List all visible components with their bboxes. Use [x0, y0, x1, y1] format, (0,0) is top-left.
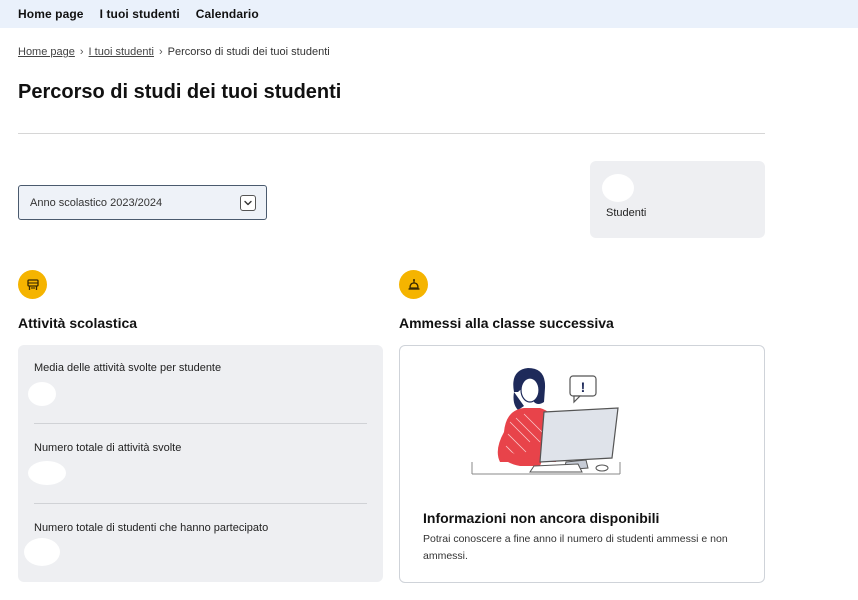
breadcrumb-separator: ›: [79, 46, 84, 58]
avg-activities-label: Media delle attività svolte per studente: [34, 362, 222, 374]
breadcrumb: Home page › I tuoi studenti › Percorso d…: [18, 46, 330, 58]
total-activities-label: Numero totale di attività svolte: [34, 442, 182, 454]
activity-section-title: Attività scolastica: [18, 315, 138, 331]
top-navigation: Home page I tuoi studenti Calendario: [0, 0, 858, 28]
activity-card: Media delle attività svolte per studente…: [18, 345, 383, 582]
nav-my-students[interactable]: I tuoi studenti: [100, 7, 180, 21]
divider: [18, 133, 765, 134]
divider: [34, 503, 367, 504]
total-students-value-placeholder: [24, 538, 60, 566]
illustration-exclamation: !: [581, 379, 586, 395]
woman-at-computer-illustration: !: [471, 368, 621, 475]
total-students-label: Numero totale di studenti che hanno part…: [34, 522, 269, 534]
chevron-down-icon[interactable]: [240, 195, 256, 211]
students-card: Studenti: [590, 161, 765, 238]
divider: [34, 423, 367, 424]
page-title: Percorso di studi dei tuoi studenti: [18, 81, 342, 103]
school-desk-icon: [18, 270, 47, 299]
students-label: Studenti: [606, 207, 647, 219]
admitted-card: ! Informazioni non ancora disponibili Po…: [399, 345, 765, 583]
nav-calendar[interactable]: Calendario: [196, 7, 259, 21]
school-year-value: Anno scolastico 2023/2024: [30, 196, 163, 209]
school-year-select[interactable]: Anno scolastico 2023/2024: [18, 185, 267, 220]
school-bell-icon: [399, 270, 428, 299]
breadcrumb-home[interactable]: Home page: [18, 46, 75, 58]
students-count-placeholder: [602, 174, 634, 202]
total-activities-value-placeholder: [28, 461, 66, 485]
breadcrumb-separator: ›: [158, 46, 163, 58]
breadcrumb-students[interactable]: I tuoi studenti: [89, 46, 154, 58]
nav-home-page[interactable]: Home page: [18, 7, 84, 21]
admitted-section-title: Ammessi alla classe successiva: [399, 315, 614, 331]
info-unavailable-title: Informazioni non ancora disponibili: [423, 510, 660, 526]
breadcrumb-current: Percorso di studi dei tuoi studenti: [167, 46, 330, 58]
avg-activities-value-placeholder: [28, 382, 56, 406]
info-unavailable-text: Potrai conoscere a fine anno il numero d…: [423, 533, 728, 562]
